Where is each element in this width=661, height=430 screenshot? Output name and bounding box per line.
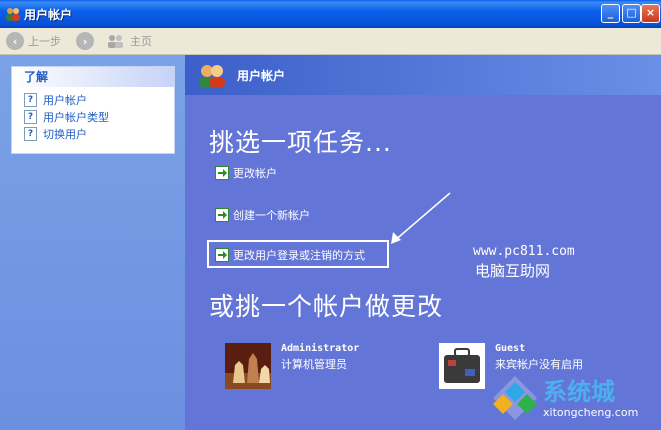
account-name: Administrator bbox=[281, 343, 360, 354]
annotation-arrow bbox=[391, 192, 451, 244]
sidebar-item-label: 切换用户 bbox=[43, 127, 87, 141]
minimize-button[interactable]: _ bbox=[601, 4, 620, 23]
title-bar: 用户帐户 _ □ × bbox=[0, 0, 661, 28]
help-topic-icon: ? bbox=[24, 126, 37, 141]
help-topic-icon: ? bbox=[24, 92, 37, 107]
brand-name: 系统城 bbox=[543, 378, 615, 406]
pick-task-heading: 挑选一项任务... bbox=[209, 128, 392, 157]
users-app-icon bbox=[6, 8, 20, 21]
learn-about-header: 了解 bbox=[12, 67, 174, 87]
back-button[interactable]: ‹ 上一步 bbox=[6, 31, 61, 51]
brand-url: xitongcheng.com bbox=[543, 406, 639, 419]
home-users-icon bbox=[108, 35, 123, 48]
sidebar-item-label: 用户帐户 bbox=[43, 93, 87, 107]
green-arrow-icon bbox=[215, 208, 229, 222]
sidebar-item-switch-users[interactable]: ? 切换用户 bbox=[12, 125, 174, 142]
chess-pieces-avatar bbox=[225, 343, 271, 389]
sidebar-item-user-accounts[interactable]: ? 用户帐户 bbox=[12, 91, 174, 108]
help-topic-icon: ? bbox=[24, 109, 37, 124]
account-name: Guest bbox=[495, 343, 526, 354]
header-banner: 用户帐户 bbox=[185, 55, 661, 95]
task-label: 更改帐户 bbox=[233, 167, 277, 180]
suitcase-avatar bbox=[439, 343, 485, 389]
account-description: 计算机管理员 bbox=[281, 358, 347, 371]
task-label: 创建一个新帐户 bbox=[233, 209, 310, 222]
watermark-url: www.pc811.com bbox=[473, 244, 575, 259]
main-content: 用户帐户 挑选一项任务... 更改帐户 创建一个新帐户 更改用户登录或注销的方式… bbox=[185, 55, 661, 430]
sidebar-item-label: 用户帐户类型 bbox=[43, 110, 109, 124]
learn-about-panel: 了解 ? 用户帐户 ? 用户帐户类型 ? 切换用户 bbox=[11, 66, 175, 154]
watermark-label: 电脑互助网 bbox=[475, 262, 551, 280]
task-create-account[interactable]: 创建一个新帐户 bbox=[215, 207, 310, 223]
forward-button[interactable]: › bbox=[76, 31, 98, 51]
close-button[interactable]: × bbox=[641, 4, 660, 23]
back-arrow-icon: ‹ bbox=[6, 32, 24, 50]
pick-account-heading: 或挑一个帐户做更改 bbox=[209, 292, 444, 321]
left-task-pane: 了解 ? 用户帐户 ? 用户帐户类型 ? 切换用户 bbox=[0, 55, 185, 430]
users-icon bbox=[199, 65, 225, 88]
green-arrow-icon bbox=[215, 248, 229, 262]
back-label: 上一步 bbox=[28, 35, 61, 48]
banner-title: 用户帐户 bbox=[237, 69, 286, 83]
sidebar-item-account-types[interactable]: ? 用户帐户类型 bbox=[12, 108, 174, 125]
task-change-account[interactable]: 更改帐户 bbox=[215, 165, 277, 181]
forward-arrow-icon: › bbox=[76, 32, 94, 50]
toolbar: ‹ 上一步 › 主页 bbox=[0, 28, 661, 55]
home-label: 主页 bbox=[130, 35, 152, 48]
window-title: 用户帐户 bbox=[24, 8, 73, 22]
green-arrow-icon bbox=[215, 166, 229, 180]
task-change-logon-logoff[interactable]: 更改用户登录或注销的方式 bbox=[215, 247, 365, 263]
maximize-button[interactable]: □ bbox=[622, 4, 641, 23]
home-button[interactable]: 主页 bbox=[106, 31, 152, 51]
brand-watermark: 系统城 xitongcheng.com bbox=[491, 368, 661, 430]
task-label: 更改用户登录或注销的方式 bbox=[233, 249, 365, 262]
account-administrator[interactable]: Administrator 计算机管理员 bbox=[225, 343, 359, 389]
windows-logo-icon bbox=[493, 376, 537, 420]
